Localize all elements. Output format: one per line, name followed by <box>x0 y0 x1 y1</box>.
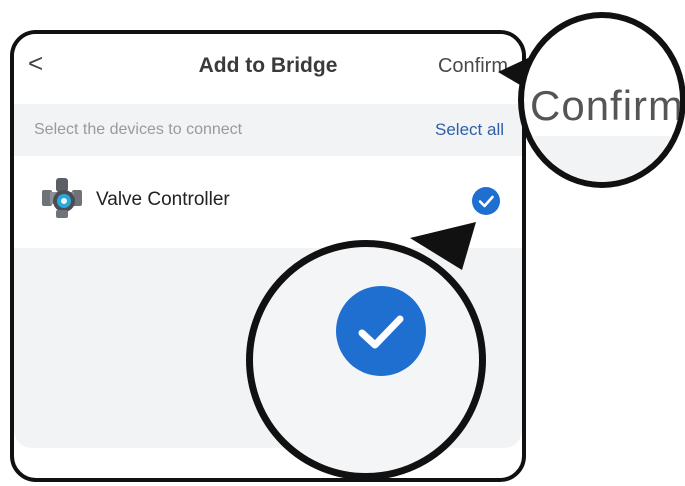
zoom-background <box>524 136 680 182</box>
checkmark-icon <box>358 315 404 349</box>
zoomed-checkbox <box>336 286 426 376</box>
checkbox-zoom-callout <box>246 240 486 480</box>
zoomed-confirm-label: Confirm <box>530 82 685 129</box>
instruction-graphic: < Add to Bridge Confirm Select the devic… <box>0 0 685 486</box>
confirm-zoom-callout: Confirm <box>518 12 685 188</box>
